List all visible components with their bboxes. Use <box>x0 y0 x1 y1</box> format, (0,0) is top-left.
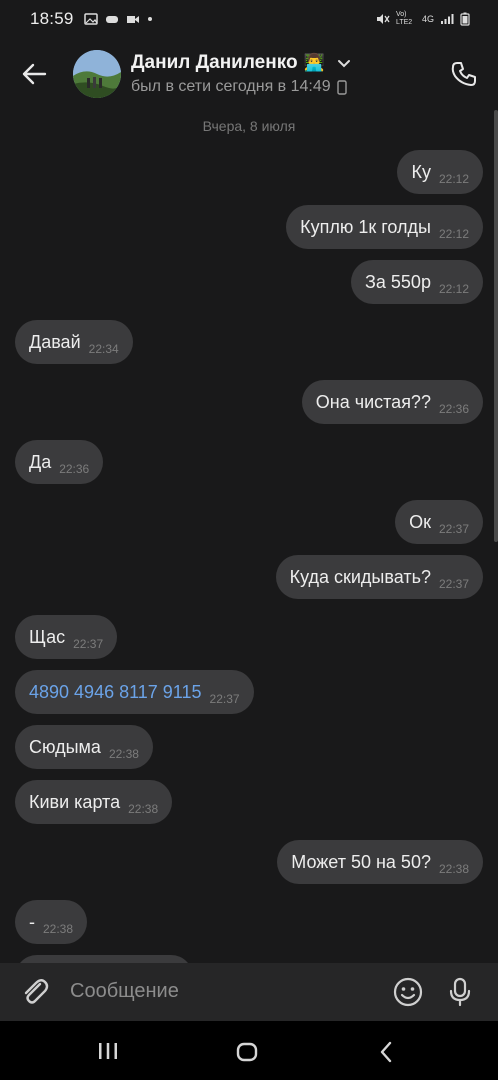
message-time: 22:36 <box>59 462 90 476</box>
arrow-left-icon <box>22 63 47 85</box>
mute-icon <box>376 14 390 24</box>
message-bubble[interactable]: За 550р 22:12 <box>351 260 483 304</box>
voice-button[interactable] <box>444 976 476 1008</box>
message-text: Давай <box>29 331 81 352</box>
message-time: 22:38 <box>128 802 159 816</box>
message-bubble[interactable]: 4890 4946 8117 9115 22:37 <box>15 670 254 714</box>
date-separator: Вчера, 8 июля <box>202 118 296 134</box>
message-time: 22:12 <box>438 227 469 241</box>
microphone-icon <box>449 977 471 1007</box>
last-seen-status: был в сети сегодня в 14:49 <box>131 78 347 96</box>
message-bubble[interactable]: Ку 22:12 <box>397 150 483 194</box>
message-text: За 550р <box>365 271 431 292</box>
contact-name[interactable]: Данил Даниленко 👨‍💻 <box>131 52 351 74</box>
message-text: Да <box>29 451 52 472</box>
video-icon <box>126 16 139 23</box>
emoji-button[interactable] <box>392 976 424 1008</box>
message-bubble-partial[interactable] <box>15 955 193 963</box>
message-text: Она чистая?? <box>315 391 431 412</box>
mobile-device-icon <box>336 79 347 95</box>
paperclip-icon <box>24 979 49 1004</box>
contact-name-text: Данил Даниленко <box>131 52 298 73</box>
message-text: Может 50 на 50? <box>291 851 431 872</box>
notification-icons <box>83 13 153 25</box>
message-bubble[interactable]: Она чистая?? 22:36 <box>301 380 483 424</box>
message-text: Ок <box>409 511 431 532</box>
back-button[interactable] <box>18 58 50 90</box>
system-icons: Vo) LTE2 4G <box>376 11 470 27</box>
message-time: 22:37 <box>438 577 469 591</box>
game-icon <box>105 16 118 23</box>
chevron-down-icon[interactable] <box>337 58 351 68</box>
avatar[interactable] <box>73 50 121 98</box>
message-time: 22:38 <box>438 862 469 876</box>
message-list[interactable]: Вчера, 8 июля Ку 22:12 Куплю 1к голды 22… <box>0 110 498 963</box>
smiley-icon <box>393 977 423 1007</box>
message-time: 22:36 <box>438 402 469 416</box>
battery-icon <box>460 12 470 26</box>
message-composer: Сообщение <box>0 963 498 1021</box>
signal-icon <box>441 14 454 24</box>
back-nav-icon[interactable] <box>378 1041 394 1063</box>
message-time: 22:37 <box>438 522 469 536</box>
technologist-emoji: 👨‍💻 <box>303 53 325 72</box>
message-time: 22:12 <box>438 172 469 186</box>
message-bubble[interactable]: Может 50 на 50? 22:38 <box>277 840 483 884</box>
message-bubble[interactable]: - 22:38 <box>15 900 88 944</box>
message-time: 22:37 <box>209 692 240 706</box>
gallery-icon <box>83 13 98 25</box>
home-icon[interactable] <box>236 1042 258 1062</box>
chat-header: Данил Даниленко 👨‍💻 был в сети сегодня в… <box>0 38 498 110</box>
message-time: 22:12 <box>438 282 469 296</box>
last-seen-text: был в сети сегодня в 14:49 <box>131 78 331 95</box>
status-time: 18:59 <box>30 9 74 28</box>
message-time: 22:38 <box>108 747 139 761</box>
message-text: Сюдыма <box>29 736 101 757</box>
system-nav-bar <box>0 1021 498 1080</box>
recents-icon[interactable] <box>98 1042 118 1060</box>
status-bar: 18:59 Vo) LTE2 4G <box>0 0 498 38</box>
message-bubble[interactable]: Щас 22:37 <box>15 615 118 659</box>
message-bubble[interactable]: Куда скидывать? 22:37 <box>275 555 483 599</box>
message-text: Куплю 1к голды <box>300 216 431 237</box>
avatar-photo <box>73 50 121 98</box>
message-bubble[interactable]: Куплю 1к голды 22:12 <box>286 205 483 249</box>
message-bubble[interactable]: Сюдыма 22:38 <box>15 725 153 769</box>
message-time: 22:37 <box>73 637 104 651</box>
message-time: 22:38 <box>43 922 74 936</box>
message-bubble[interactable]: Ок 22:37 <box>395 500 483 544</box>
dot-icon <box>147 17 152 21</box>
phone-icon <box>451 62 476 86</box>
message-bubble[interactable]: Давай 22:34 <box>15 320 133 364</box>
message-time: 22:34 <box>88 342 119 356</box>
message-text: - <box>29 911 35 932</box>
call-button[interactable] <box>446 56 482 92</box>
message-input[interactable]: Сообщение <box>70 980 179 1003</box>
network-label: 4G <box>421 14 434 24</box>
scrollbar-thumb[interactable] <box>494 110 498 542</box>
message-text: Куда скидывать? <box>289 566 431 587</box>
message-text: Ку <box>411 161 431 182</box>
card-number-link[interactable]: 4890 4946 8117 9115 <box>29 682 202 703</box>
message-text: Киви карта <box>29 791 121 812</box>
message-bubble[interactable]: Да 22:36 <box>15 440 104 484</box>
attach-button[interactable] <box>18 975 52 1009</box>
message-bubble[interactable]: Киви карта 22:38 <box>15 780 173 824</box>
message-text: Щас <box>29 626 66 647</box>
volte-label: Vo) LTE2 <box>395 11 413 26</box>
